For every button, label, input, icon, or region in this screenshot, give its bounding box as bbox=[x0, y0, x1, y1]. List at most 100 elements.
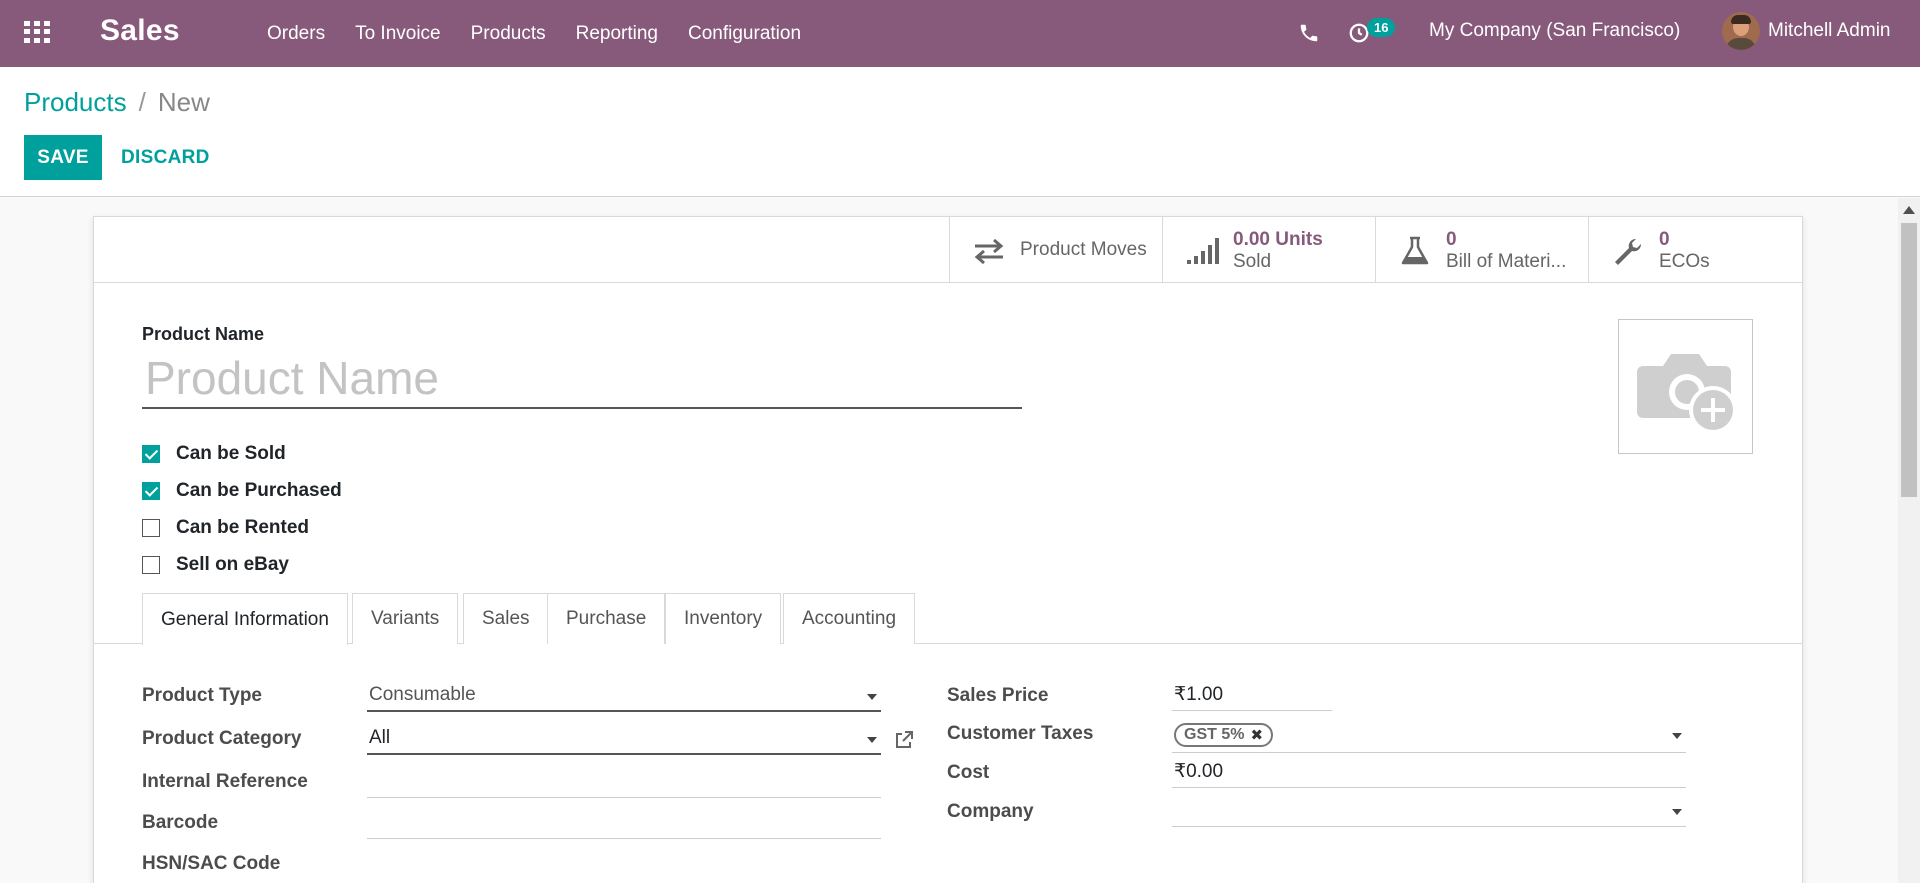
camera-plus-icon bbox=[1637, 354, 1737, 434]
activity-menu[interactable]: 16 bbox=[1348, 18, 1398, 46]
scroll-up-arrow-icon[interactable] bbox=[1903, 206, 1915, 214]
menu-configuration[interactable]: Configuration bbox=[688, 23, 801, 45]
wrench-icon bbox=[1615, 238, 1642, 265]
customer-taxes-label: Customer Taxes bbox=[947, 723, 1094, 744]
cost-value: ₹0.00 bbox=[1174, 761, 1224, 782]
sold-text: 0.00 Units Sold bbox=[1233, 229, 1323, 273]
breadcrumb-products[interactable]: Products bbox=[24, 87, 127, 118]
tab-general-information[interactable]: General Information bbox=[142, 593, 348, 645]
chevron-down-icon bbox=[1672, 809, 1682, 815]
smart-button-box: Product Moves 0.00 Units Sold 0 Bill of … bbox=[94, 217, 1802, 283]
sales-price-label: Sales Price bbox=[947, 685, 1049, 706]
user-name: Mitchell Admin bbox=[1768, 20, 1891, 41]
cost-label: Cost bbox=[947, 762, 990, 783]
barcode-input[interactable] bbox=[367, 807, 881, 839]
user-menu[interactable]: Mitchell Admin bbox=[1722, 12, 1891, 50]
form-view: Product Moves 0.00 Units Sold 0 Bill of … bbox=[0, 198, 1898, 883]
product-flags: Can be Sold Can be Purchased Can be Rent… bbox=[142, 435, 342, 583]
barcode-label: Barcode bbox=[142, 812, 219, 833]
scrollbar[interactable] bbox=[1898, 198, 1920, 883]
menu-reporting[interactable]: Reporting bbox=[576, 23, 658, 45]
bom-text: 0 Bill of Materi... bbox=[1446, 229, 1566, 273]
sell-on-ebay-label: Sell on eBay bbox=[176, 553, 289, 575]
product-category-value: All bbox=[369, 727, 391, 748]
can-be-sold-row[interactable]: Can be Sold bbox=[142, 435, 342, 472]
remove-tag-icon[interactable]: ✖ bbox=[1250, 726, 1263, 744]
company-select[interactable] bbox=[1172, 795, 1686, 827]
menu-orders[interactable]: Orders bbox=[267, 23, 325, 45]
chevron-down-icon bbox=[1672, 733, 1682, 739]
can-be-sold-label: Can be Sold bbox=[176, 442, 286, 464]
breadcrumb-separator: / bbox=[138, 87, 146, 117]
product-moves-label: Product Moves bbox=[1020, 239, 1147, 260]
product-name-label: Product Name bbox=[142, 324, 265, 344]
app-title[interactable]: Sales bbox=[100, 14, 180, 48]
ecos-text: 0 ECOs bbox=[1659, 229, 1710, 273]
internal-reference-label: Internal Reference bbox=[142, 771, 308, 792]
company-label: Company bbox=[947, 801, 1034, 822]
form-sheet: Product Moves 0.00 Units Sold 0 Bill of … bbox=[93, 216, 1803, 883]
sales-price-input[interactable]: ₹1.00 bbox=[1172, 679, 1332, 711]
company-switcher[interactable]: My Company (San Francisco) bbox=[1429, 20, 1680, 42]
phone-icon[interactable] bbox=[1298, 22, 1320, 44]
product-name-input[interactable] bbox=[142, 349, 1022, 409]
discard-button[interactable]: DISCARD bbox=[121, 135, 210, 180]
menu-to-invoice[interactable]: To Invoice bbox=[355, 23, 441, 45]
product-type-label: Product Type bbox=[142, 685, 262, 706]
tax-tag-label: GST 5% bbox=[1184, 725, 1245, 743]
tab-purchase[interactable]: Purchase bbox=[547, 593, 666, 644]
product-type-select[interactable]: Consumable bbox=[367, 680, 881, 712]
product-category-select[interactable]: All bbox=[367, 723, 881, 755]
internal-reference-input[interactable] bbox=[367, 766, 881, 798]
hsn-sac-code-label: HSN/SAC Code bbox=[142, 853, 281, 874]
save-button[interactable]: SAVE bbox=[24, 135, 102, 180]
signal-icon bbox=[1187, 238, 1219, 264]
customer-taxes-input[interactable]: GST 5% ✖ bbox=[1172, 717, 1686, 753]
breadcrumb: Products / New bbox=[24, 87, 210, 118]
control-panel: Products / New SAVE DISCARD bbox=[0, 67, 1920, 197]
tab-inventory[interactable]: Inventory bbox=[665, 593, 782, 644]
sold-label: Sold bbox=[1233, 251, 1272, 272]
chevron-down-icon bbox=[867, 737, 877, 743]
sold-button[interactable]: 0.00 Units Sold bbox=[1162, 217, 1376, 283]
sell-on-ebay-row[interactable]: Sell on eBay bbox=[142, 546, 342, 583]
bom-value: 0 bbox=[1446, 229, 1457, 250]
product-category-label: Product Category bbox=[142, 728, 302, 749]
ecos-button[interactable]: 0 ECOs bbox=[1588, 217, 1802, 283]
tab-variants[interactable]: Variants bbox=[352, 593, 459, 644]
cost-input[interactable]: ₹0.00 bbox=[1172, 756, 1686, 788]
menu-products[interactable]: Products bbox=[471, 23, 546, 45]
activity-count-badge: 16 bbox=[1367, 18, 1396, 37]
can-be-rented-checkbox[interactable] bbox=[142, 518, 160, 537]
bill-of-materials-button[interactable]: 0 Bill of Materi... bbox=[1375, 217, 1589, 283]
can-be-rented-row[interactable]: Can be Rented bbox=[142, 509, 342, 546]
exchange-icon bbox=[974, 238, 1004, 265]
can-be-purchased-row[interactable]: Can be Purchased bbox=[142, 472, 342, 509]
main-menu: Orders To Invoice Products Reporting Con… bbox=[267, 0, 831, 67]
can-be-rented-label: Can be Rented bbox=[176, 516, 310, 538]
app-grid-icon[interactable] bbox=[24, 21, 50, 43]
tax-tag: GST 5% ✖ bbox=[1174, 722, 1274, 747]
bom-label: Bill of Materi... bbox=[1446, 251, 1567, 272]
external-link-icon[interactable] bbox=[894, 730, 914, 750]
avatar bbox=[1722, 12, 1760, 50]
sales-price-value: ₹1.00 bbox=[1174, 684, 1224, 705]
ecos-value: 0 bbox=[1659, 229, 1670, 250]
ecos-label: ECOs bbox=[1659, 251, 1710, 272]
sell-on-ebay-checkbox[interactable] bbox=[142, 555, 160, 574]
notebook-tabs: General Information Variants Sales Purch… bbox=[94, 593, 1802, 645]
sold-value: 0.00 Units bbox=[1233, 229, 1323, 250]
tab-accounting[interactable]: Accounting bbox=[783, 593, 916, 644]
product-moves-button[interactable]: Product Moves bbox=[949, 217, 1163, 283]
chevron-down-icon bbox=[867, 694, 877, 700]
can-be-sold-checkbox[interactable] bbox=[142, 444, 160, 463]
tab-sales[interactable]: Sales bbox=[463, 593, 549, 644]
product-type-value: Consumable bbox=[369, 684, 476, 705]
can-be-purchased-checkbox[interactable] bbox=[142, 481, 160, 500]
top-navbar: Sales Orders To Invoice Products Reporti… bbox=[0, 0, 1920, 67]
flask-icon bbox=[1401, 236, 1429, 265]
can-be-purchased-label: Can be Purchased bbox=[176, 479, 342, 501]
breadcrumb-current: New bbox=[157, 87, 210, 117]
scrollbar-thumb[interactable] bbox=[1901, 223, 1917, 497]
product-image-upload[interactable] bbox=[1618, 319, 1753, 454]
